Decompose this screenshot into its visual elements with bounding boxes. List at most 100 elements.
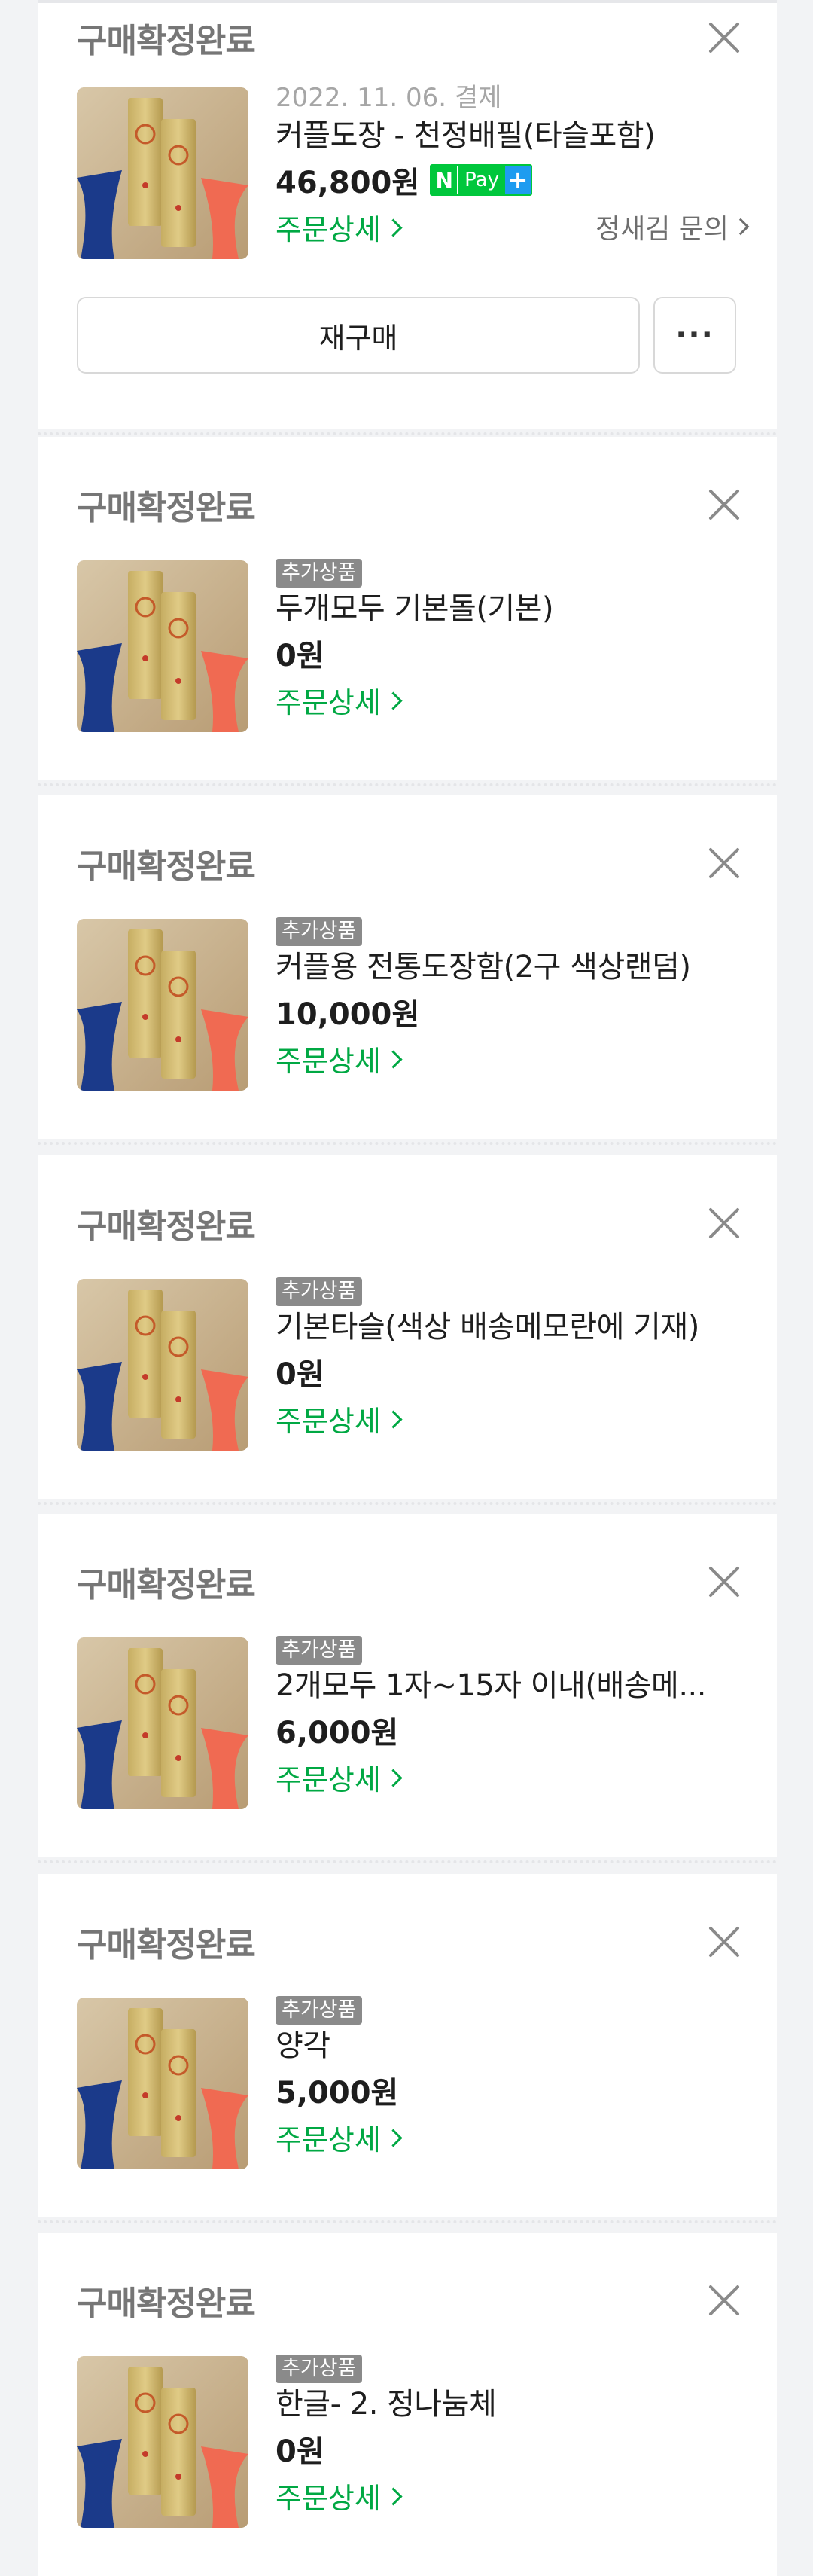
chevron-right-icon <box>384 691 403 710</box>
product-image[interactable] <box>77 1998 248 2169</box>
price-row: 10,000원 <box>276 988 747 1035</box>
order-status: 구매확정완료 <box>77 489 256 527</box>
link-row: 주문상세 <box>276 2472 747 2519</box>
link-row: 주문상세 <box>276 2114 747 2160</box>
product-name[interactable]: 양각 <box>276 2025 747 2067</box>
product-price: 0원 <box>276 1357 324 1392</box>
close-icon[interactable] <box>703 17 745 59</box>
chevron-right-icon <box>384 218 403 237</box>
product-image[interactable] <box>77 1279 248 1451</box>
close-icon[interactable] <box>703 1921 745 1963</box>
order-status: 구매확정완료 <box>77 2285 256 2323</box>
card-divider <box>38 1142 777 1145</box>
product-price: 6,000원 <box>276 1716 399 1750</box>
order-status: 구매확정완료 <box>77 1207 256 1246</box>
chevron-right-icon <box>732 218 750 236</box>
product-name[interactable]: 2개모두 1자~15자 이내(배송메... <box>276 1665 747 1707</box>
order-status: 구매확정완료 <box>77 847 256 886</box>
npay-n-icon: N <box>431 166 458 194</box>
payment-date: 2022. 11. 06. 결제 <box>276 83 502 113</box>
price-row: 6,000원 <box>276 1707 747 1753</box>
price-row: 0원 <box>276 1348 747 1395</box>
card-divider <box>38 2220 777 2223</box>
product-info: 추가상품 커플용 전통도장함(2구 색상랜덤) 10,000원주문상세 <box>276 916 747 1082</box>
order-detail-link[interactable]: 주문상세 <box>276 2475 403 2516</box>
order-detail-link[interactable]: 주문상세 <box>276 2117 403 2158</box>
link-row: 주문상세 정새김 문의 <box>276 203 750 250</box>
seller-inquiry-label: 정새김 문의 <box>595 214 729 245</box>
order-detail-link[interactable]: 주문상세 <box>276 679 403 721</box>
order-detail-link[interactable]: 주문상세 <box>276 1038 403 1079</box>
order-card: 구매확정완료추가상품 커플용 전통도장함(2구 색상랜덤) 10,000원주문상세 <box>38 795 777 1139</box>
price-row: 0원 <box>276 2425 747 2472</box>
order-card: 구매확정완료추가상품 양각 5,000원주문상세 <box>38 1874 777 2217</box>
chevron-right-icon <box>384 1768 403 1787</box>
order-detail-label: 주문상세 <box>276 1044 381 1078</box>
product-name[interactable]: 기본타슬(색상 배송메모란에 기재) <box>276 1306 747 1348</box>
price-row: 0원 <box>276 630 747 676</box>
product-image[interactable] <box>77 87 248 259</box>
product-name[interactable]: 한글- 2. 정나눔체 <box>276 2383 747 2425</box>
order-detail-link[interactable]: 주문상세 <box>276 206 403 248</box>
order-card-main: 구매확정완료 2022. 11. 06. 결제 커플도장 - 천정배필(타슬포함… <box>38 0 777 429</box>
product-image[interactable] <box>77 560 248 732</box>
order-detail-label: 주문상세 <box>276 1763 381 1796</box>
product-image[interactable] <box>77 2356 248 2528</box>
order-card: 구매확정완료추가상품 기본타슬(색상 배송메모란에 기재) 0원주문상세 <box>38 1155 777 1499</box>
chevron-right-icon <box>384 2128 403 2147</box>
additional-product-badge: 추가상품 <box>276 1636 363 1665</box>
order-detail-label: 주문상세 <box>276 2481 381 2515</box>
close-icon[interactable] <box>703 1202 745 1244</box>
product-price: 5,000원 <box>276 2076 399 2111</box>
product-name[interactable]: 커플용 전통도장함(2구 색상랜덤) <box>276 946 747 988</box>
product-info: 추가상품 기본타슬(색상 배송메모란에 기재) 0원주문상세 <box>276 1276 747 1442</box>
card-divider <box>38 432 777 435</box>
chevron-right-icon <box>384 1049 403 1069</box>
product-name[interactable]: 커플도장 - 천정배필(타슬포함) <box>276 114 747 157</box>
order-detail-label: 주문상세 <box>276 1404 381 1438</box>
order-status: 구매확정완료 <box>77 1926 256 1964</box>
product-price: 10,000원 <box>276 997 420 1032</box>
seller-inquiry-link[interactable]: 정새김 문의 <box>595 207 750 246</box>
price-row: 46,800원 N Pay + <box>276 157 747 203</box>
card-divider <box>38 1860 777 1863</box>
order-detail-label: 주문상세 <box>276 685 381 719</box>
more-options-button[interactable]: ··· <box>653 297 736 374</box>
product-info: 추가상품 한글- 2. 정나눔체 0원주문상세 <box>276 2353 747 2519</box>
chevron-right-icon <box>384 2486 403 2506</box>
npay-label: Pay <box>457 166 505 194</box>
order-card: 구매확정완료 추가상품 두개모두 기본돌(기본) 0원 주문상세 <box>38 437 777 780</box>
product-info: 2022. 11. 06. 결제 커플도장 - 천정배필(타슬포함) 46,80… <box>276 81 750 250</box>
product-info: 추가상품 2개모두 1자~15자 이내(배송메... 6,000원주문상세 <box>276 1634 747 1800</box>
product-info: 추가상품 두개모두 기본돌(기본) 0원 주문상세 <box>276 557 747 723</box>
additional-product-badge: 추가상품 <box>276 1277 363 1306</box>
product-price: 0원 <box>276 2434 324 2469</box>
product-name[interactable]: 두개모두 기본돌(기본) <box>276 588 747 630</box>
order-detail-label: 주문상세 <box>276 2123 381 2156</box>
additional-product-badge: 추가상품 <box>276 2355 363 2383</box>
product-info: 추가상품 양각 5,000원주문상세 <box>276 1995 747 2160</box>
close-icon[interactable] <box>703 484 745 526</box>
npay-plus-icon: + <box>505 166 531 194</box>
order-detail-label: 주문상세 <box>276 212 381 246</box>
close-icon[interactable] <box>703 1561 745 1603</box>
order-card: 구매확정완료추가상품 2개모두 1자~15자 이내(배송메... 6,000원주문상… <box>38 1514 777 1857</box>
close-icon[interactable] <box>703 2279 745 2321</box>
link-row: 주문상세 <box>276 1035 747 1082</box>
order-detail-link[interactable]: 주문상세 <box>276 1757 403 1798</box>
additional-product-badge: 추가상품 <box>276 1996 363 2025</box>
product-image[interactable] <box>77 919 248 1091</box>
product-image[interactable] <box>77 1637 248 1809</box>
npay-plus-badge: N Pay + <box>430 164 532 196</box>
link-row: 주문상세 <box>276 1753 747 1800</box>
product-price: 0원 <box>276 639 324 673</box>
close-icon[interactable] <box>703 842 745 884</box>
order-card: 구매확정완료추가상품 한글- 2. 정나눔체 0원주문상세 <box>38 2233 777 2576</box>
order-status: 구매확정완료 <box>77 1566 256 1604</box>
link-row: 주문상세 <box>276 1395 747 1442</box>
order-detail-link[interactable]: 주문상세 <box>276 1398 403 1439</box>
repurchase-button[interactable]: 재구매 <box>77 297 640 374</box>
card-divider <box>38 1502 777 1505</box>
additional-product-badge: 추가상품 <box>276 917 363 946</box>
order-status: 구매확정완료 <box>77 22 256 60</box>
